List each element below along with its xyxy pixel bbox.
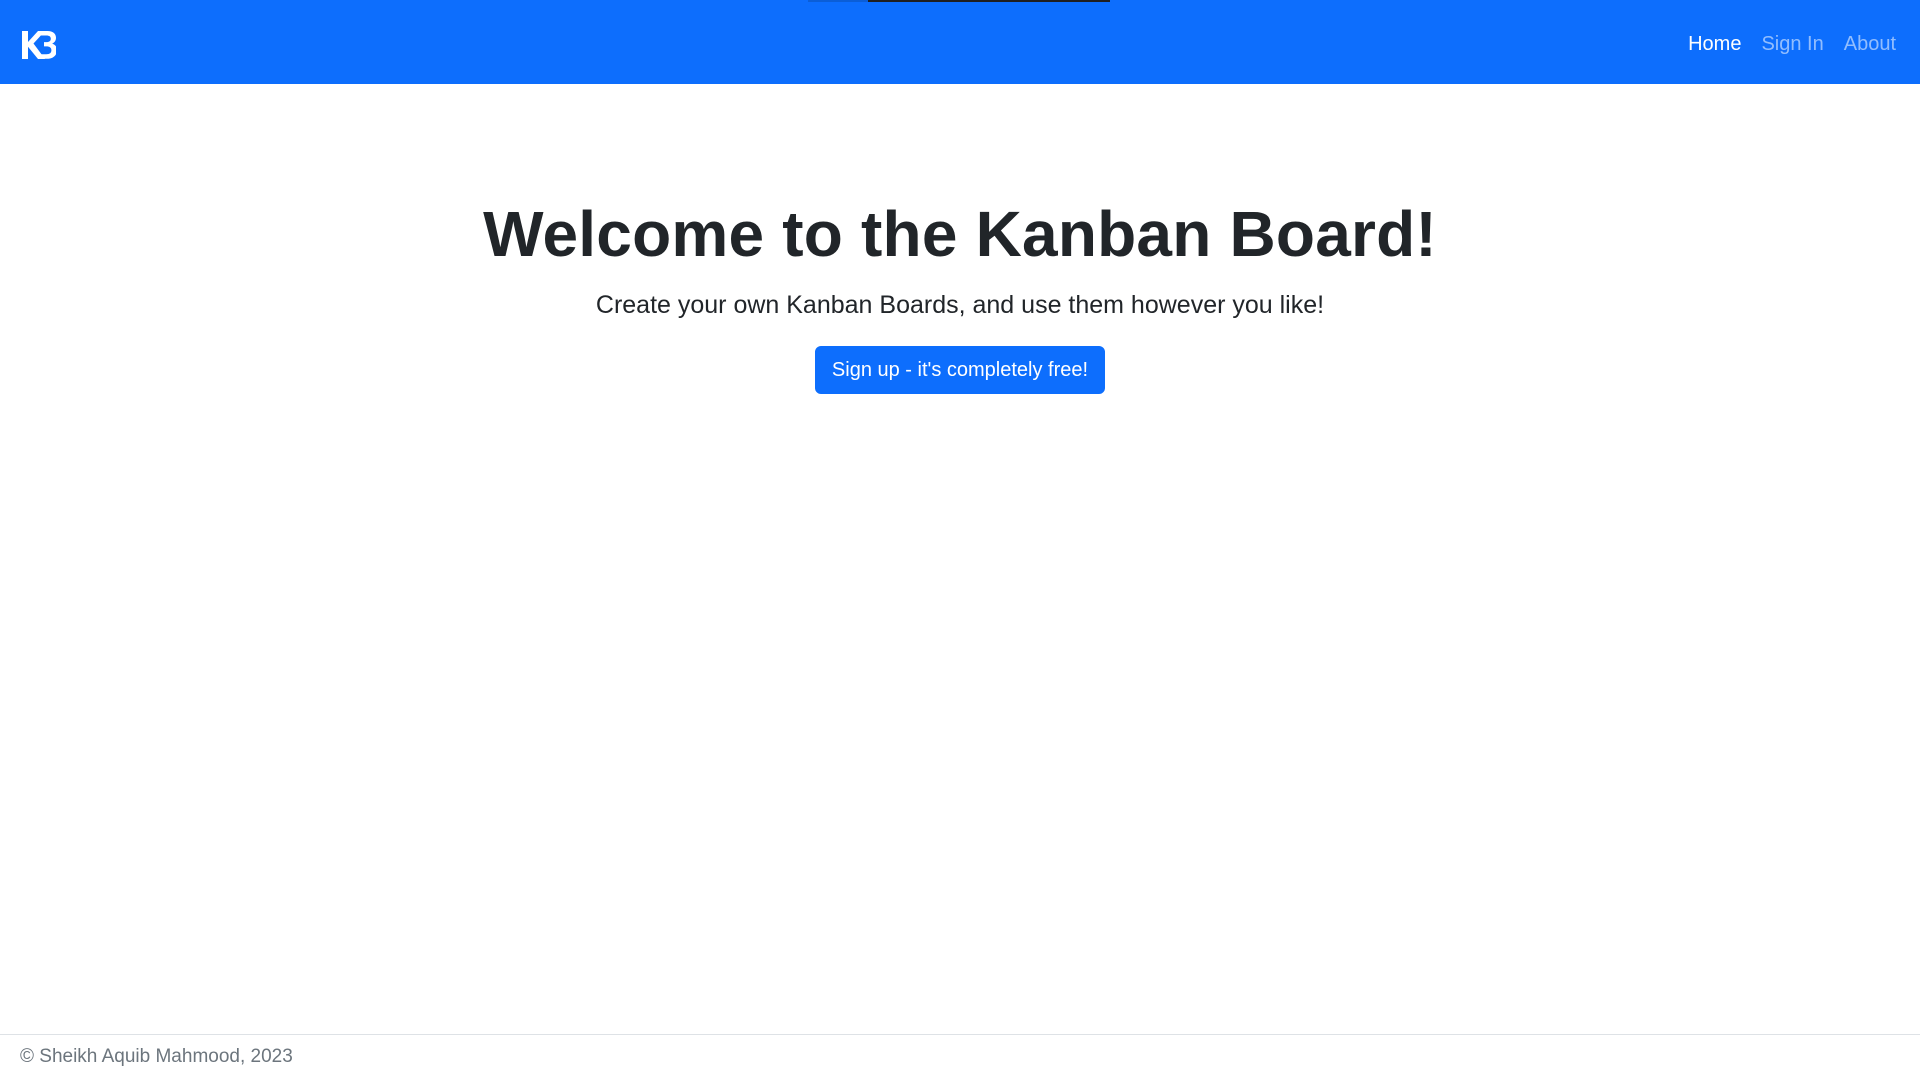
nav-link-sign-in[interactable]: Sign In <box>1761 30 1823 58</box>
top-edge-overlay <box>808 0 1110 2</box>
copyright-text: © Sheikh Aquib Mahmood, 2023 <box>20 1046 293 1067</box>
page-title: Welcome to the Kanban Board! <box>483 198 1437 270</box>
brand-logo-link[interactable] <box>16 28 57 62</box>
sign-up-button[interactable]: Sign up - it's completely free! <box>814 346 1106 395</box>
hero-section: Welcome to the Kanban Board! Create your… <box>0 196 1920 395</box>
nav-link-home[interactable]: Home <box>1688 30 1741 58</box>
top-edge-segment <box>868 0 1110 2</box>
primary-nav: Home Sign In About <box>1688 30 1896 58</box>
kb-logo-icon <box>22 31 57 59</box>
page-footer: © Sheikh Aquib Mahmood, 2023 <box>0 1034 1920 1080</box>
nav-link-about[interactable]: About <box>1844 30 1896 58</box>
top-navbar: Home Sign In About <box>0 0 1920 84</box>
page-subtitle: Create your own Kanban Boards, and use t… <box>595 290 1325 319</box>
top-edge-segment <box>808 0 868 2</box>
